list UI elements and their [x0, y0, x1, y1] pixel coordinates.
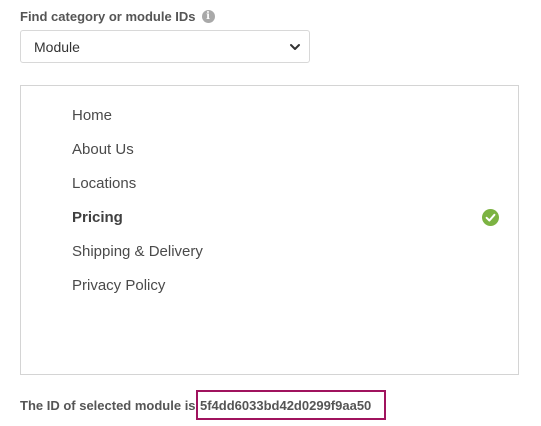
module-id-value: 5f4dd6033bd42d0299f9aa50 — [196, 390, 386, 420]
menu-item-shipping-delivery[interactable]: Shipping & Delivery — [72, 236, 502, 266]
menu-item-pricing[interactable]: Pricing — [72, 202, 502, 232]
menu-item-locations[interactable]: Locations — [72, 168, 502, 198]
menu-item-label: Locations — [72, 174, 137, 192]
menu-item-label: Privacy Policy — [72, 276, 166, 294]
menu-item-label: Home — [72, 106, 113, 124]
menu-item-privacy-policy[interactable]: Privacy Policy — [72, 270, 502, 300]
check-circle-icon — [482, 209, 499, 226]
finder-label-text: Find category or module IDs — [20, 8, 196, 24]
info-icon[interactable]: i — [201, 9, 215, 23]
menu-item-label: Pricing — [72, 208, 123, 226]
menu-item-about-us[interactable]: About Us — [72, 134, 502, 164]
result-prefix: The ID of selected module is — [20, 397, 196, 413]
menu-item-label: Shipping & Delivery — [72, 242, 203, 260]
finder-label: Find category or module IDs i — [20, 7, 215, 25]
type-select-value: Module — [34, 38, 80, 55]
module-id-text: 5f4dd6033bd42d0299f9aa50 — [200, 397, 372, 413]
type-select[interactable]: Module — [20, 30, 310, 63]
module-list-panel: Home About Us Locations Pricing Shipping… — [20, 85, 519, 375]
chevron-down-icon — [290, 44, 300, 50]
menu-item-label: About Us — [72, 140, 134, 158]
selected-module-result: The ID of selected module is — [20, 390, 196, 420]
menu-item-home[interactable]: Home — [72, 100, 502, 130]
